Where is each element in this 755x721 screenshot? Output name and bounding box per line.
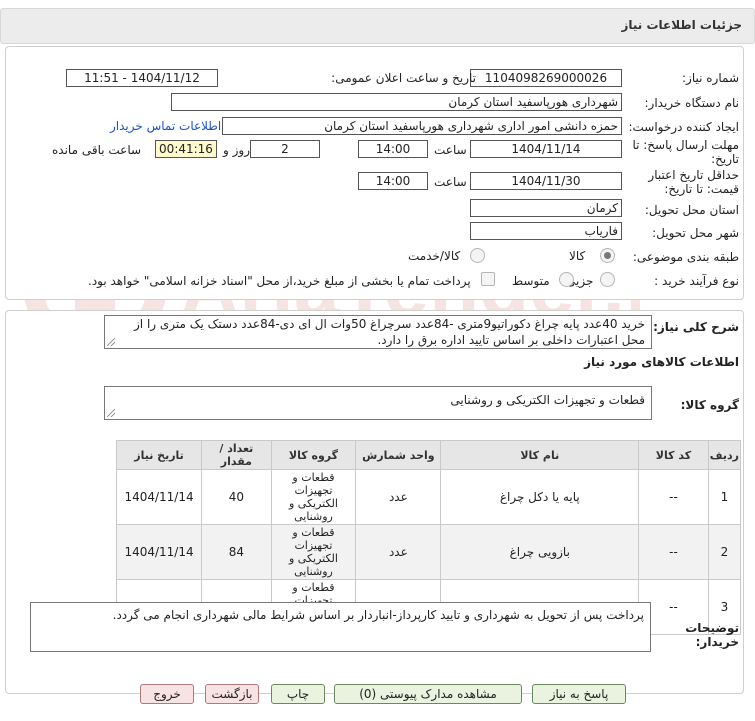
buyer-org-field: شهرداری هورپاسفید استان کرمان (171, 93, 622, 111)
deadline-date-field: 1404/11/14 (470, 140, 622, 158)
col-unit: واحد شمارش (355, 440, 442, 470)
validity-label: حداقل تاریخ اعتبار (648, 168, 739, 182)
page-title: جزئیات اطلاعات نیاز (621, 18, 742, 32)
resize-grip-icon[interactable] (107, 338, 115, 346)
need-number-field: 1104098269000026 (470, 69, 622, 87)
col-qty: تعداد / مقدار (201, 440, 272, 470)
cell-date: 1404/11/14 (115, 469, 203, 525)
cell-qty: 40 (201, 469, 272, 525)
goods-group-text: قطعات و تجهیزات الکتریکی و روشنایی (450, 393, 645, 407)
validity-label-date: قیمت: تا تاریخ: (664, 182, 739, 196)
resize-grip-icon[interactable] (107, 409, 115, 417)
type-partial-radio[interactable] (600, 272, 615, 287)
deadline-label-date: تاریخ: (711, 152, 739, 166)
page-title-bar: جزئیات اطلاعات نیاز (0, 8, 755, 44)
goods-group-textarea: قطعات و تجهیزات الکتریکی و روشنایی (104, 386, 652, 420)
type-medium-radio[interactable] (559, 272, 574, 287)
creator-field: حمزه دانشی امور اداری شهرداری هورپاسفید … (222, 117, 622, 135)
treasury-payment-note: پرداخت تمام یا بخشی از مبلغ خرید،از محل … (88, 274, 471, 288)
purchase-type-label: نوع فرآیند خرید : (654, 274, 739, 288)
cell-name: بازویی چراغ (440, 524, 640, 580)
creator-label: ایجاد کننده درخواست: (628, 120, 739, 134)
buyer-notes-label: توضیحات (685, 621, 739, 635)
buyer-notes-textarea: پرداخت پس از تحویل به شهرداری و تایید کا… (30, 602, 651, 652)
category-goods-label: کالا (569, 249, 586, 263)
exit-button[interactable]: خروج (140, 684, 194, 704)
cell-qty: 84 (201, 524, 272, 580)
description-textarea: خرید 40عدد پایه چراغ دکوراتیو9متری -84عد… (104, 315, 652, 349)
table-row: 1 -- پایه یا دکل چراغ عدد قطعات و تجهیزا… (115, 469, 742, 525)
buyer-notes-text: پرداخت پس از تحویل به شهرداری و تایید کا… (112, 608, 644, 622)
table-header-row: ردیف کد کالا نام کالا واحد شمارش گروه کا… (115, 440, 742, 470)
city-label: شهر محل تحویل: (652, 226, 739, 240)
col-name: نام کالا (440, 440, 640, 470)
cell-group: قطعات و تجهیزات الکتریکی و روشنایی (270, 469, 357, 525)
announce-datetime-field: 1404/11/12 - 11:51 (66, 69, 218, 87)
days-remaining-field: 2 (250, 140, 320, 158)
deadline-time-field: 14:00 (358, 140, 428, 158)
col-row: ردیف (707, 440, 742, 470)
cell-unit: عدد (355, 524, 442, 580)
category-goods-service-label: کالا/خدمت (408, 249, 461, 263)
goods-group-label: گروه کالا: (680, 398, 739, 412)
cell-date: 1404/11/14 (115, 524, 203, 580)
table-row: 2 -- بازویی چراغ عدد قطعات و تجهیزات الک… (115, 524, 742, 580)
cell-unit: عدد (355, 469, 442, 525)
validity-time-label: ساعت (434, 175, 467, 189)
treasury-payment-checkbox[interactable] (481, 272, 495, 286)
view-attachments-button[interactable]: مشاهده مدارک پیوستی (0) (334, 684, 522, 704)
announce-datetime-label: تاریخ و ساعت اعلان عمومی: (331, 71, 476, 85)
col-code: کد کالا (638, 440, 709, 470)
type-medium-label: متوسط (512, 274, 550, 288)
print-button[interactable]: چاپ (271, 684, 325, 704)
col-date: تاریخ نیاز (115, 440, 203, 470)
category-goods-radio[interactable] (600, 248, 615, 263)
buyer-contact-link[interactable]: اطلاعات تماس خریدار (110, 119, 221, 133)
cell-row: 1 (707, 469, 742, 525)
buyer-notes-label-2: خریدار: (695, 635, 739, 649)
goods-info-title: اطلاعات کالاهای مورد نیاز (584, 355, 739, 369)
deadline-time-label: ساعت (434, 143, 467, 157)
cell-code: -- (638, 524, 709, 580)
remaining-time-field: 00:41:16 (155, 140, 217, 158)
validity-date-field: 1404/11/30 (470, 172, 622, 190)
remaining-time-label: ساعت باقی مانده (52, 143, 142, 157)
cell-row: 2 (707, 524, 742, 580)
category-goods-service-radio[interactable] (470, 248, 485, 263)
cell-group: قطعات و تجهیزات الکتریکی و روشنایی (270, 524, 357, 580)
city-field: فاریاب (470, 222, 622, 240)
reply-button[interactable]: پاسخ به نیاز (532, 684, 626, 704)
cell-name: پایه یا دکل چراغ (440, 469, 640, 525)
validity-time-field: 14:00 (358, 172, 428, 190)
need-number-label: شماره نیاز: (682, 71, 739, 85)
days-label: روز و (223, 143, 250, 157)
col-group: گروه کالا (270, 440, 357, 470)
category-label: طبقه بندی موضوعی: (632, 250, 739, 264)
province-field: کرمان (470, 199, 622, 217)
description-text: خرید 40عدد پایه چراغ دکوراتیو9متری -84عد… (134, 317, 645, 347)
deadline-label: مهلت ارسال پاسخ: تا (632, 138, 739, 152)
cell-code: -- (638, 469, 709, 525)
back-button[interactable]: بازگشت (205, 684, 259, 704)
description-label: شرح کلی نیاز: (653, 320, 739, 334)
province-label: استان محل تحویل: (644, 203, 739, 217)
buyer-org-label: نام دستگاه خریدار: (644, 96, 740, 110)
